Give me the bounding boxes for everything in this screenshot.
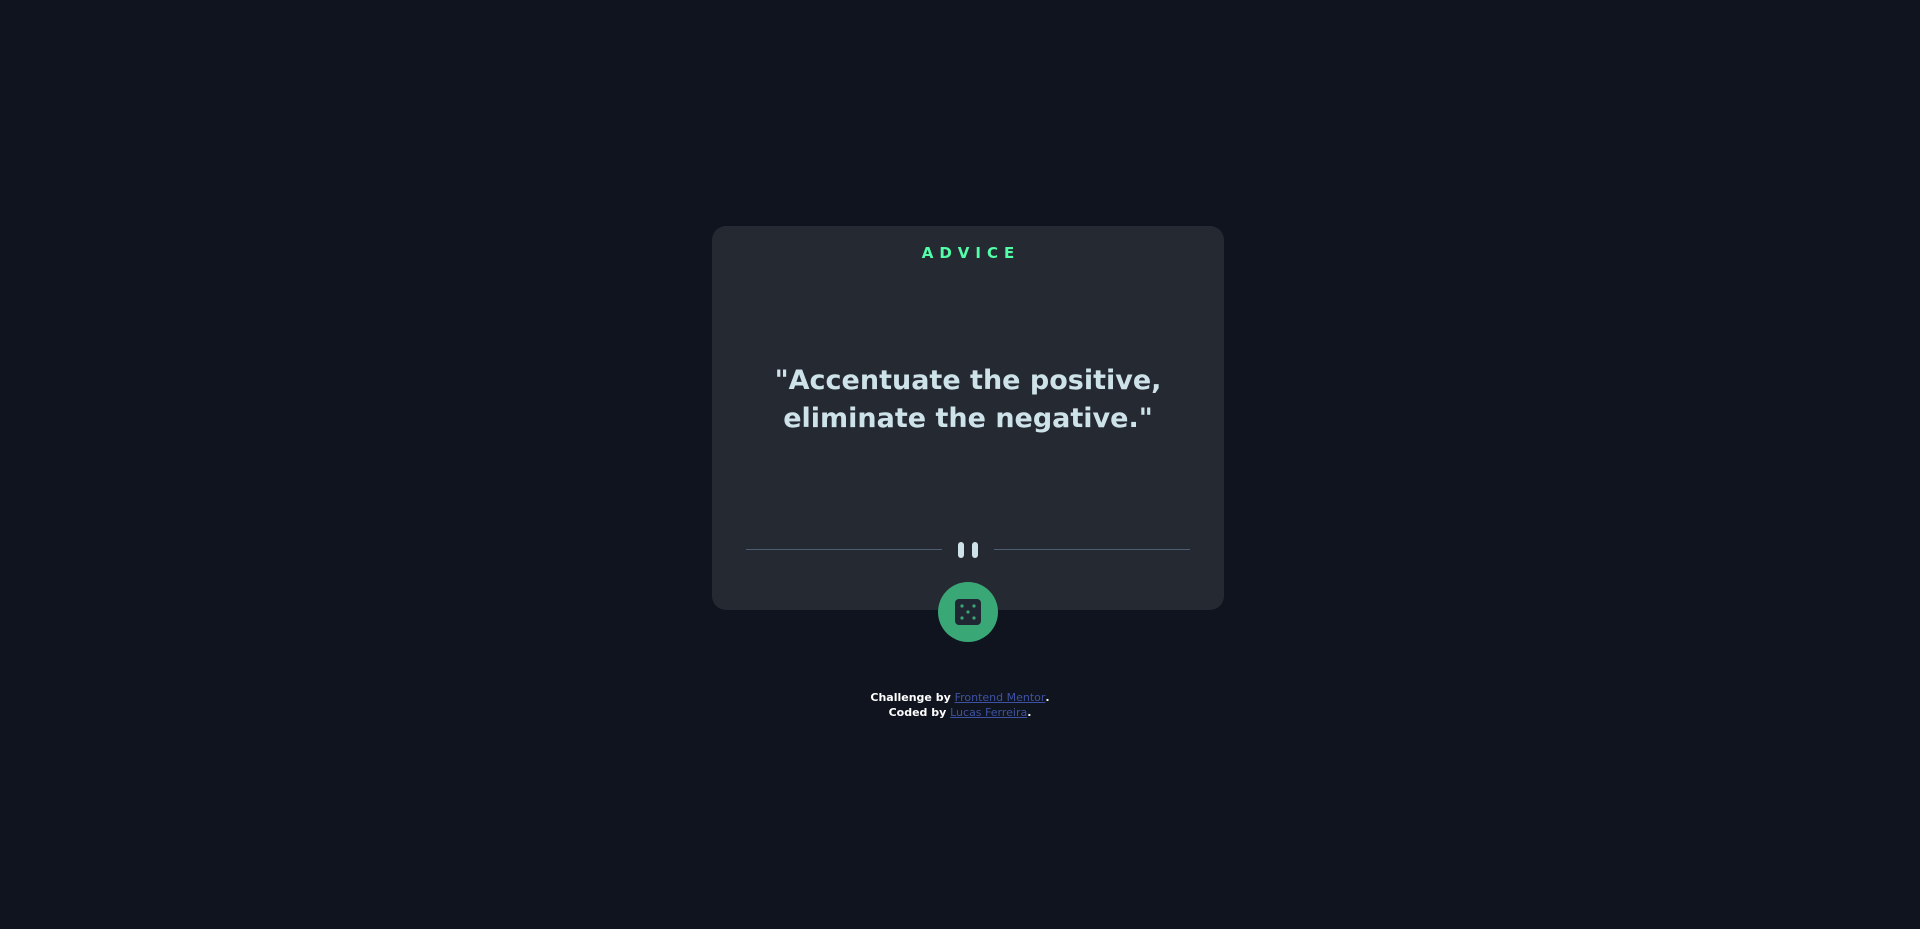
dice-icon [955, 599, 981, 625]
challenge-suffix: . [1045, 691, 1050, 704]
divider-line-left [746, 549, 942, 550]
advice-quote: "Accentuate the positive, eliminate the … [774, 365, 1162, 434]
frontend-mentor-link[interactable]: Frontend Mentor [955, 691, 1046, 704]
advice-label: ADVICE [921, 244, 1021, 262]
challenge-prefix: Challenge by [870, 691, 955, 704]
divider [746, 540, 1190, 560]
attribution-coded: Coded by Lucas Ferreira. [0, 705, 1920, 720]
author-link[interactable]: Lucas Ferreira [950, 706, 1027, 719]
coded-prefix: Coded by [888, 706, 951, 719]
attribution-challenge: Challenge by Frontend Mentor. [0, 690, 1920, 705]
attribution: Challenge by Frontend Mentor. Coded by L… [0, 690, 1920, 720]
generate-advice-button[interactable] [938, 582, 998, 642]
coded-suffix: . [1027, 706, 1032, 719]
pause-icon [958, 542, 978, 558]
divider-line-right [994, 549, 1190, 550]
